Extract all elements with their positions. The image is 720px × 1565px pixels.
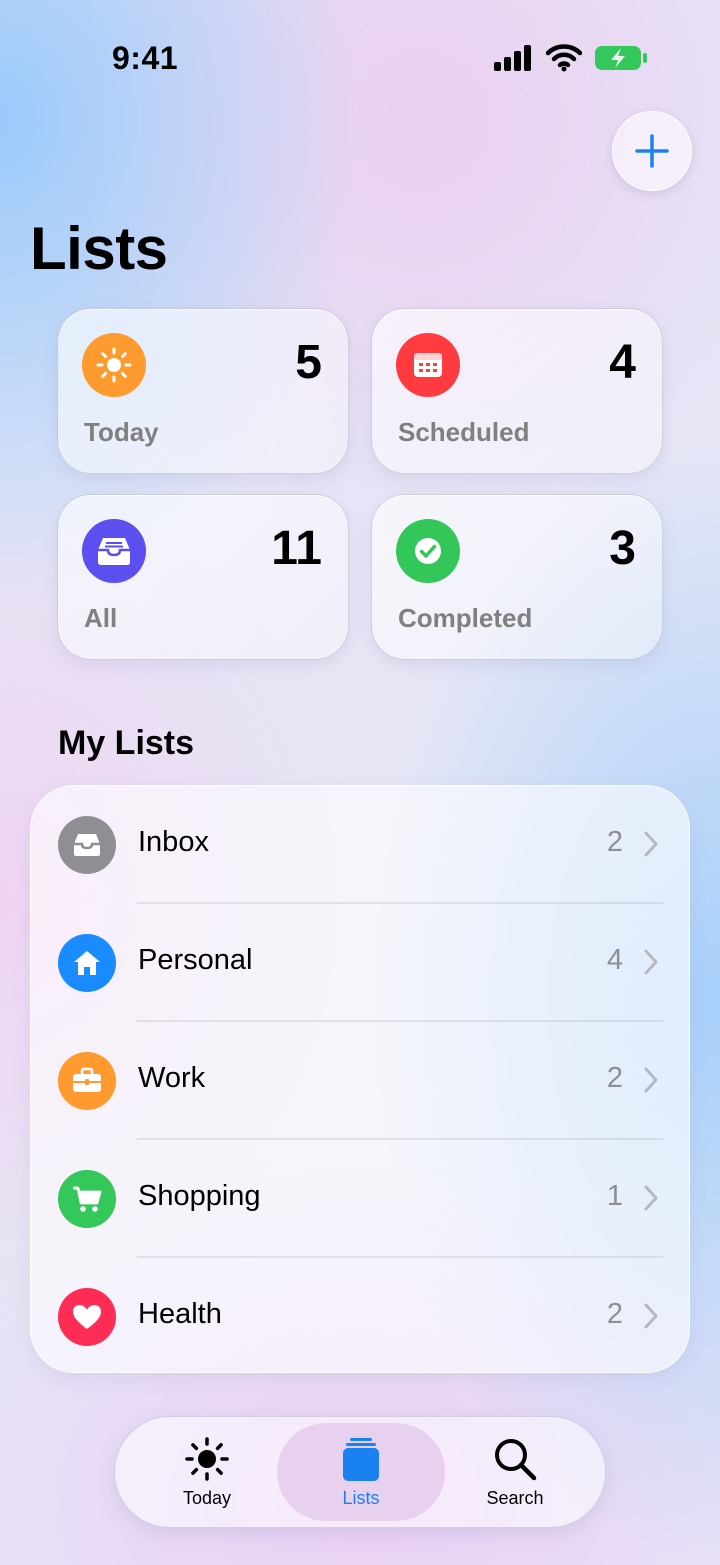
- status-time: 9:41: [112, 40, 179, 76]
- briefcase-icon: [58, 1052, 116, 1110]
- tab-search[interactable]: Search: [431, 1423, 599, 1521]
- tab-bar: Today Lists Search: [114, 1416, 606, 1528]
- chevron-right-icon: [644, 831, 658, 857]
- tab-label: Today: [182, 1487, 232, 1508]
- all-label: All: [84, 603, 118, 633]
- list-item-label: Inbox: [138, 826, 209, 858]
- house-icon: [58, 934, 116, 992]
- list-item-label: Personal: [138, 944, 253, 976]
- status-icons: [494, 44, 648, 72]
- list-item-work[interactable]: Work 2: [31, 1022, 691, 1140]
- smart-list-completed[interactable]: 3 Completed: [371, 494, 663, 660]
- my-lists-panel: Inbox 2 Personal 4 Work 2 Shopping 1 Hea…: [30, 785, 690, 1373]
- smart-list-all[interactable]: 11 All: [57, 494, 349, 660]
- tab-today[interactable]: Today: [123, 1423, 291, 1521]
- add-list-button[interactable]: [612, 111, 692, 191]
- heart-icon: [58, 1288, 116, 1346]
- lists-icon: [343, 1437, 379, 1481]
- tab-label: Lists: [342, 1487, 380, 1508]
- list-item-count: 2: [606, 1062, 623, 1094]
- scheduled-count: 4: [609, 336, 636, 389]
- list-item-shopping[interactable]: Shopping 1: [31, 1140, 691, 1258]
- list-item-personal[interactable]: Personal 4: [31, 904, 691, 1022]
- calendar-icon: [396, 333, 460, 397]
- list-item-inbox[interactable]: Inbox 2: [31, 786, 691, 904]
- wifi-icon: [546, 44, 582, 72]
- tab-lists[interactable]: Lists: [277, 1423, 445, 1521]
- list-item-count: 1: [606, 1180, 623, 1212]
- plus-icon: [635, 134, 669, 168]
- list-item-label: Shopping: [138, 1180, 261, 1212]
- today-count: 5: [295, 336, 322, 389]
- tray-icon: [58, 816, 116, 874]
- scheduled-label: Scheduled: [398, 417, 530, 447]
- page-title: Lists: [30, 215, 168, 282]
- all-count: 11: [271, 522, 322, 575]
- my-lists-title: My Lists: [58, 724, 195, 762]
- today-label: Today: [84, 417, 159, 447]
- list-item-count: 4: [606, 944, 623, 976]
- chevron-right-icon: [644, 1185, 658, 1211]
- magnifier-icon: [495, 1438, 537, 1480]
- list-item-count: 2: [606, 1298, 623, 1330]
- list-item-label: Health: [138, 1298, 222, 1330]
- cellular-signal-icon: [494, 45, 531, 71]
- chevron-right-icon: [644, 1303, 658, 1329]
- list-item-health[interactable]: Health 2: [31, 1258, 691, 1376]
- sun-icon: [82, 333, 146, 397]
- list-item-count: 2: [606, 826, 623, 858]
- tab-label: Search: [486, 1487, 544, 1508]
- battery-charging-icon: [595, 46, 647, 70]
- sun-icon: [185, 1436, 229, 1481]
- checkmark-icon: [396, 519, 460, 583]
- smart-list-scheduled[interactable]: 4 Scheduled: [371, 308, 663, 474]
- chevron-right-icon: [644, 1067, 658, 1093]
- chevron-right-icon: [644, 949, 658, 975]
- completed-count: 3: [609, 522, 636, 575]
- tray-icon: [82, 519, 146, 583]
- smart-list-today[interactable]: 5 Today: [57, 308, 349, 474]
- cart-icon: [58, 1170, 116, 1228]
- list-item-label: Work: [138, 1062, 206, 1094]
- completed-label: Completed: [398, 603, 533, 633]
